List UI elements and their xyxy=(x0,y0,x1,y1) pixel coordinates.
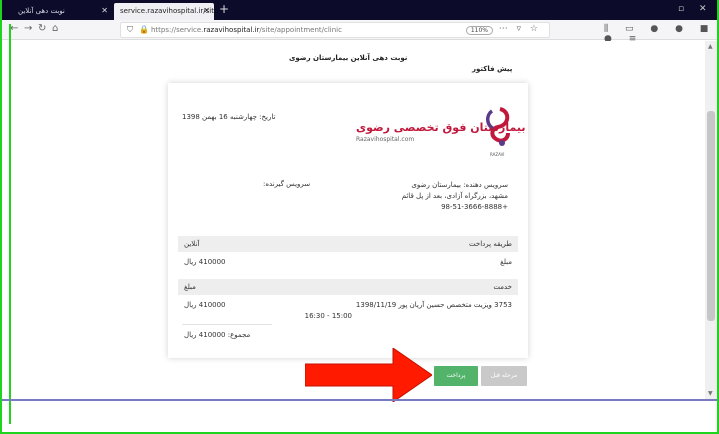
pay-button[interactable]: پرداخت xyxy=(434,366,478,386)
scroll-up-icon[interactable]: ▲ xyxy=(708,43,713,50)
close-icon[interactable]: ✕ xyxy=(101,6,108,15)
service-time-row: 15:00 - 16:30 xyxy=(178,308,518,324)
provider-phone: +98-51-3666-8888 xyxy=(441,203,508,211)
tab-label: service.razavihospital.ir/site/appoin xyxy=(120,7,214,15)
new-tab-icon[interactable]: + xyxy=(219,2,229,16)
tab-label: نوبت دهی آنلاین xyxy=(18,7,65,15)
invoice-date: تاریخ: چهارشنبه 16 بهمن 1398 xyxy=(182,113,276,121)
amount-value: 410000 ریال xyxy=(184,258,226,266)
tab-active[interactable]: service.razavihospital.ir/site/appoin ✕ xyxy=(114,3,214,20)
total-row: مجموع: 410000 ریال xyxy=(178,327,518,343)
payment-method-value: آنلاین xyxy=(184,240,200,248)
browser-navbar: ← → ↻ ⌂ ⛉ 🔒 https://service.razavihospit… xyxy=(2,20,717,44)
section-label: پیش فاکتور xyxy=(472,65,513,73)
hospital-name: بیمارستان فوق تخصصی رضوی xyxy=(356,121,526,134)
zoom-level[interactable]: 110% xyxy=(465,26,493,35)
tab-inactive[interactable]: نوبت دهی آنلاین ✕ xyxy=(12,3,112,20)
forward-icon[interactable]: → xyxy=(24,23,32,34)
reload-icon[interactable]: ↻ xyxy=(38,23,46,34)
payment-method-header: طریقه پرداخت xyxy=(469,240,512,248)
minimize-icon[interactable]: ▫ xyxy=(678,4,684,14)
scroll-down-icon[interactable]: ▼ xyxy=(708,390,713,397)
invoice-card: تاریخ: چهارشنبه 16 بهمن 1398 بیمارستان ف… xyxy=(168,83,528,358)
close-icon[interactable]: ✕ xyxy=(203,6,210,15)
vertical-scrollbar[interactable]: ▲ ▼ xyxy=(705,41,717,399)
red-arrow-annotation-icon xyxy=(305,348,432,402)
service-header-row: خدمت مبلغ xyxy=(178,279,518,295)
service-time: 15:00 - 16:30 xyxy=(304,312,352,320)
previous-step-button[interactable]: مرحله قبل xyxy=(481,366,527,386)
hospital-website: Razavihospital.com xyxy=(356,136,415,143)
back-icon[interactable]: ← xyxy=(10,23,18,34)
page-actions-icon[interactable]: ⋯ ▿ ☆ xyxy=(499,24,541,34)
scrollbar-thumb[interactable] xyxy=(707,111,715,321)
total-divider xyxy=(182,324,272,325)
lock-icon[interactable]: 🔒 xyxy=(139,25,149,34)
logo-subtext: RAZAVI xyxy=(490,152,505,157)
total-amount: مجموع: 410000 ریال xyxy=(184,331,251,339)
home-icon[interactable]: ⌂ xyxy=(52,23,58,34)
bottom-edge xyxy=(2,399,717,401)
provider-info: سرویس دهنده: بیمارستان رضوی مشهد، بزرگرا… xyxy=(402,180,508,213)
url-text: https://service.razavihospital.ir/site/a… xyxy=(151,26,342,34)
browser-tabbar: نوبت دهی آنلاین ✕ service.razavihospital… xyxy=(2,0,717,20)
receiver-label: سرویس گیرنده: xyxy=(263,180,311,188)
page-title: نوبت دهی آنلاین بیمارستان رضوی xyxy=(289,54,408,62)
provider-address: مشهد، بزرگراه آزادی، بعد از پل قائم xyxy=(401,192,508,200)
service-header: خدمت xyxy=(493,283,512,291)
screenshot-frame: نوبت دهی آنلاین ✕ service.razavihospital… xyxy=(0,0,719,434)
amount-label: مبلغ xyxy=(500,258,512,266)
service-amount-header: مبلغ xyxy=(184,283,196,291)
window-close-icon[interactable]: ✕ xyxy=(699,4,707,14)
payment-header-row: طریقه پرداخت آنلاین xyxy=(178,236,518,252)
url-bar[interactable]: ⛉ 🔒 https://service.razavihospital.ir/si… xyxy=(120,22,550,38)
shield-icon[interactable]: ⛉ xyxy=(127,25,133,35)
amount-row: مبلغ 410000 ریال xyxy=(178,254,518,270)
provider-name: سرویس دهنده: بیمارستان رضوی xyxy=(411,181,508,189)
